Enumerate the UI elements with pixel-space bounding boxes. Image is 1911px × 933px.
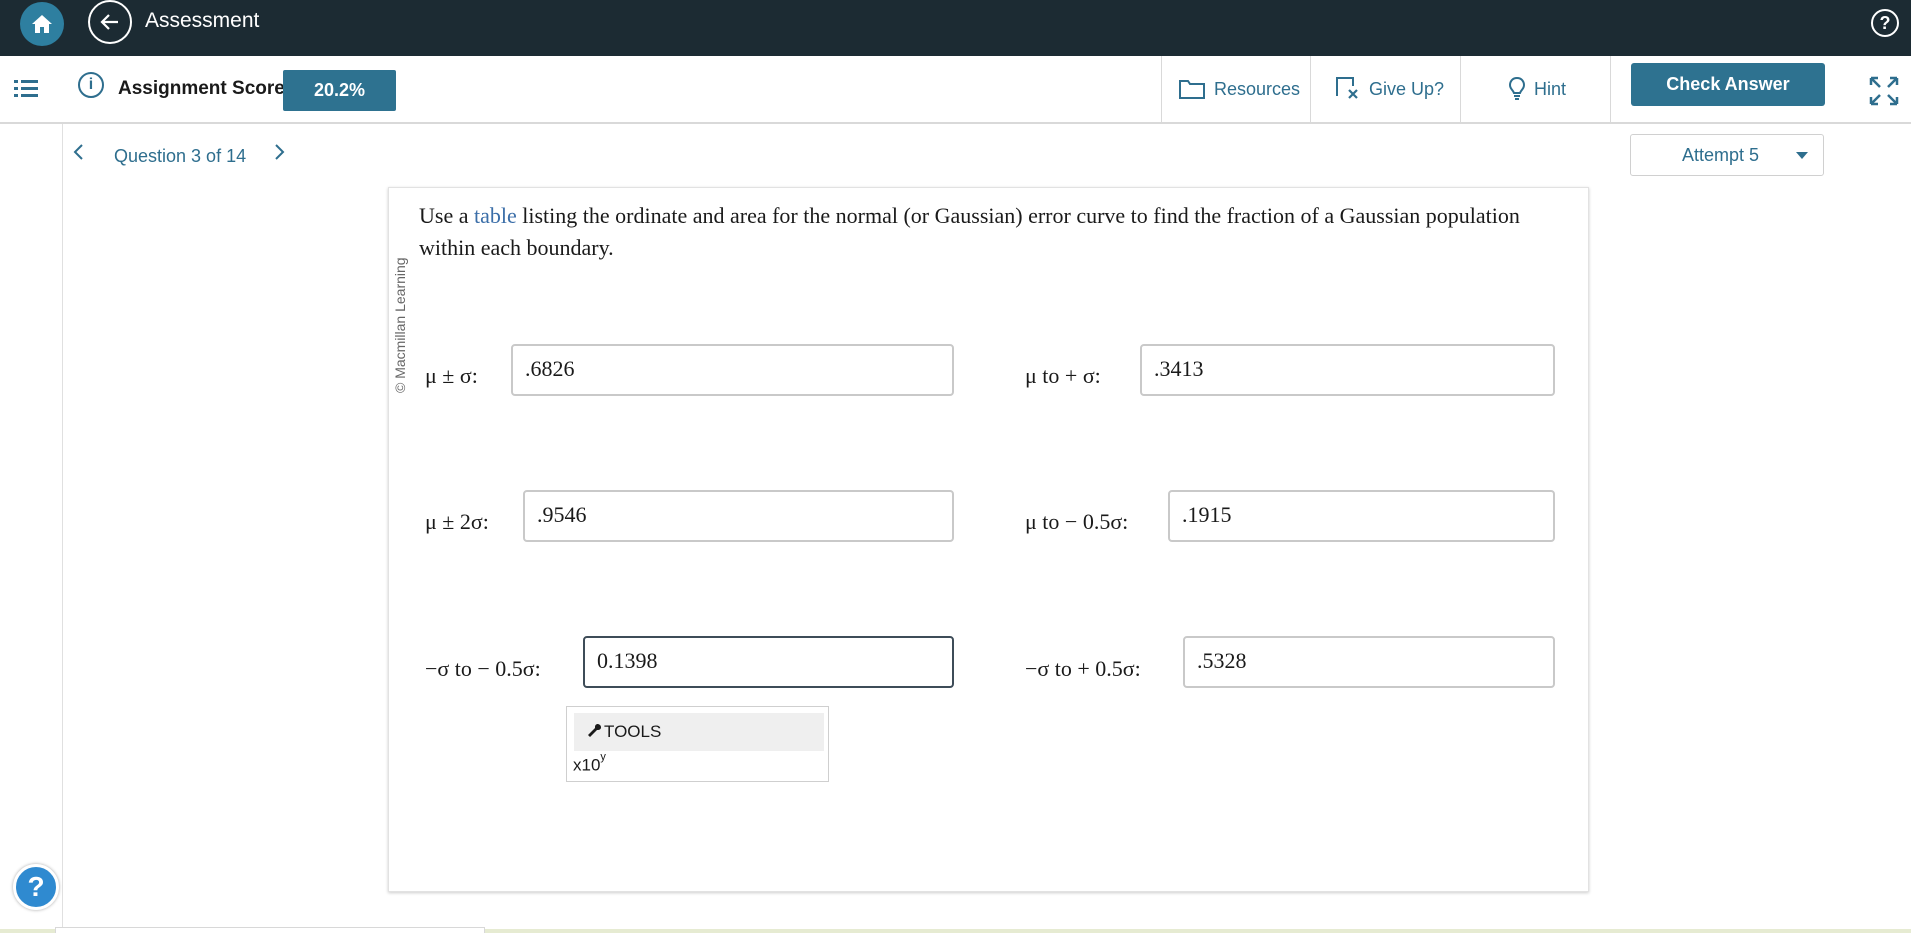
answer-input[interactable]: .5328 — [1183, 636, 1555, 688]
check-answer-button[interactable]: Check Answer — [1631, 63, 1825, 106]
toolbar-divider — [1610, 56, 1611, 122]
fullscreen-icon[interactable] — [1869, 76, 1899, 106]
answer-input[interactable]: .1915 — [1168, 490, 1555, 542]
answer-input-active[interactable]: 0.1398 — [583, 636, 954, 688]
next-question-button[interactable] — [272, 142, 286, 168]
app-title: Assessment — [145, 9, 260, 32]
hint-button[interactable]: Hint — [1508, 56, 1566, 122]
arrow-left-icon — [100, 14, 118, 30]
answer-input[interactable]: .3413 — [1140, 344, 1555, 396]
assignment-toolbar: i Assignment Score: 20.2% Resources Give… — [0, 56, 1911, 124]
row-label: −σ to + 0.5σ: — [1025, 656, 1141, 681]
attempt-dropdown[interactable]: Attempt 5 — [1630, 134, 1824, 176]
back-button[interactable] — [88, 0, 132, 44]
attempt-label: Attempt 5 — [1682, 145, 1760, 165]
table-link[interactable]: table — [474, 203, 517, 228]
resources-button[interactable]: Resources — [1178, 56, 1300, 122]
tools-label: TOOLS — [604, 722, 662, 741]
toolbar-divider — [1460, 56, 1461, 122]
row-label: μ ± 2σ: — [425, 509, 489, 534]
answer-input[interactable]: .9546 — [523, 490, 954, 542]
row-label: μ ± σ: — [425, 363, 478, 388]
help-button[interactable]: ? — [13, 864, 59, 910]
row-label: −σ to − 0.5σ: — [425, 656, 541, 681]
resources-label: Resources — [1214, 78, 1301, 99]
previous-question-button[interactable] — [72, 142, 86, 168]
score-badge: 20.2% — [283, 70, 396, 111]
home-button[interactable] — [20, 2, 64, 46]
folder-icon — [1179, 80, 1205, 99]
answer-input[interactable]: .6826 — [511, 344, 954, 396]
toolbar-divider — [1161, 56, 1162, 122]
toolbar-divider — [1310, 56, 1311, 122]
wrench-icon — [588, 723, 602, 737]
row-label: μ to − 0.5σ: — [1025, 509, 1129, 534]
tools-button[interactable]: TOOLS — [574, 713, 824, 751]
copyright-notice: © Macmillan Learning — [392, 257, 408, 393]
give-up-icon — [1336, 77, 1358, 99]
top-bar: Assessment ? — [0, 0, 1911, 56]
left-rail-divider — [62, 124, 63, 929]
chevron-left-icon — [73, 144, 83, 160]
score-label: Assignment Score: — [118, 78, 292, 99]
row-label: μ to + σ: — [1025, 363, 1101, 388]
help-icon[interactable]: ? — [1871, 9, 1899, 37]
chevron-right-icon — [275, 144, 285, 160]
lightbulb-icon — [1508, 76, 1526, 100]
question-prompt: Use a table listing the ordinate and are… — [419, 203, 1520, 260]
caret-down-icon — [1796, 152, 1808, 159]
give-up-button[interactable]: Give Up? — [1335, 56, 1444, 122]
tools-popup: TOOLS x10y — [566, 706, 829, 782]
info-icon[interactable]: i — [78, 72, 104, 98]
question-counter: Question 3 of 14 — [114, 146, 247, 166]
home-icon — [32, 15, 52, 33]
scientific-notation-button[interactable]: x10y — [573, 751, 606, 776]
list-menu-icon[interactable] — [14, 78, 40, 100]
bottom-tab[interactable] — [55, 927, 485, 933]
hint-label: Hint — [1534, 78, 1567, 99]
give-up-label: Give Up? — [1369, 78, 1445, 99]
